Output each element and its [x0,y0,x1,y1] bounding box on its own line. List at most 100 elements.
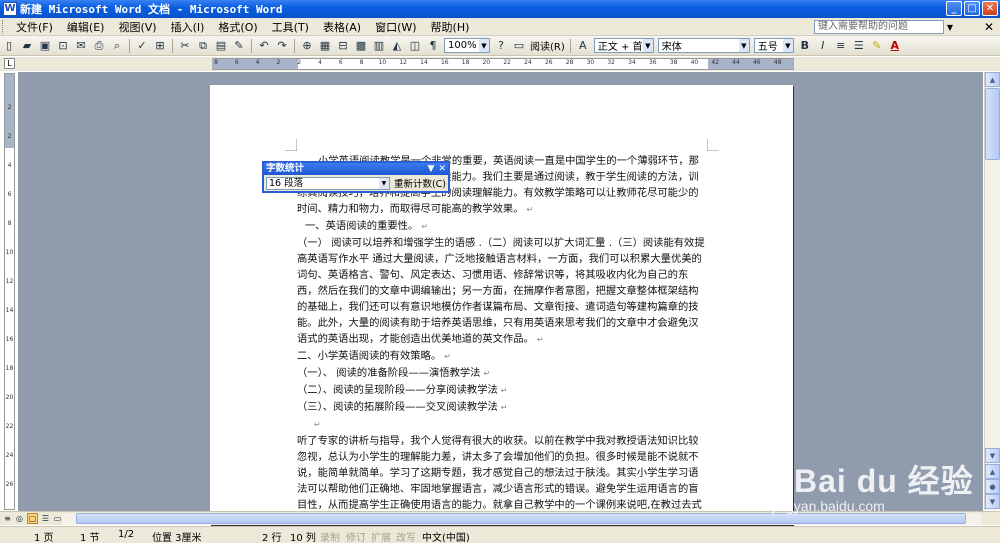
word-count-select[interactable]: 16 段落 ▼ [266,176,390,190]
menu-tools[interactable]: 工具(T) [265,19,316,35]
toolbar-separator [294,38,295,53]
menu-help[interactable]: 帮助(H) [424,19,477,35]
help-search-input[interactable]: 键入需要帮助的问题 [814,20,944,34]
outline-view-icon[interactable]: ☰ [40,513,51,524]
font-select[interactable]: 宋体 ▼ [657,38,750,53]
paragraph[interactable]: 一、英语阅读的重要性。 ↵ [297,218,707,235]
format-painter-icon[interactable]: ✎ [231,38,247,54]
hyperlink-icon[interactable]: ⊕ [299,38,315,54]
document-page[interactable]: 小学英语阅读教学是一个非常的重要，英语阅读一直是中国学生的一个薄弱环节，那么如何… [210,85,793,525]
permission-icon[interactable]: ⊡ [55,38,71,54]
paragraph[interactable]: ↵ [297,416,707,433]
email-icon[interactable]: ✉ [73,38,89,54]
scroll-up-icon[interactable]: ▲ [985,72,1000,87]
menu-insert[interactable]: 插入(I) [164,19,212,35]
status-rec[interactable]: 录制 [320,529,340,543]
styles-icon[interactable]: A [575,38,591,54]
paragraph-mark: ↵ [500,403,508,412]
highlight-icon[interactable]: ✎ [869,38,885,54]
vertical-scrollbar[interactable]: ▲ ▼ ▲ ● ▼ [984,72,1000,510]
toolbar-separator [129,38,130,53]
font-size-select[interactable]: 五号 ▼ [753,38,794,53]
zoom-select[interactable]: 100% ▼ [444,38,490,53]
insert-table-icon[interactable]: ⊟ [335,38,351,54]
menu-window[interactable]: 窗口(W) [368,19,423,35]
word-app-icon[interactable]: W [3,2,17,16]
document-map-icon[interactable]: ◫ [407,38,423,54]
status-ovr[interactable]: 改写 [396,529,416,543]
menu-table[interactable]: 表格(A) [316,19,368,35]
paragraph[interactable]: （二）、阅读的呈现阶段——分享阅读教学法 ↵ [297,382,707,399]
scroll-thumb[interactable] [985,88,1000,160]
ruler-number: 2 [297,59,302,66]
chevron-down-icon: ▼ [782,39,793,52]
tab-selector[interactable]: L [4,58,15,69]
line-spacing-icon[interactable]: ☰ [851,38,867,54]
save-icon[interactable]: ▣ [37,38,53,54]
paragraph[interactable]: （三）、阅读的拓展阶段——交叉阅读教学法 ↵ [297,399,707,416]
next-page-icon[interactable]: ▼ [985,494,1000,509]
new-document-icon[interactable]: ▯ [1,38,17,54]
minimize-button[interactable]: _ [946,1,962,16]
paragraph[interactable]: （一） 阅读可以培养和增强学生的语感 .（二）阅读可以扩大词汇量 .（三）阅读能… [297,235,707,348]
print-icon[interactable]: ⎙ [91,38,107,54]
close-button[interactable]: ✕ [982,1,998,16]
italic-button[interactable]: I [815,38,831,54]
horizontal-scroll-thumb[interactable] [76,513,966,524]
browse-object-icon[interactable]: ● [985,479,1000,494]
document-close-button[interactable]: ✕ [984,20,994,34]
menu-grip[interactable] [2,19,5,34]
close-icon[interactable]: ✕ [438,163,446,175]
help-dropdown-icon[interactable]: ▼ [944,20,956,34]
ruler-number: 14 [420,59,428,66]
status-page: 1 页 [34,533,54,543]
undo-icon[interactable]: ↶ [256,38,272,54]
spelling-icon[interactable]: ✓ [134,38,150,54]
cut-icon[interactable]: ✂ [177,38,193,54]
word-count-toolbar[interactable]: 字数统计 ▼ ✕ 16 段落 ▼ 重新计数(C) [262,161,450,193]
horizontal-ruler[interactable]: 8 6 4 2 2 4 6 8 10 12 14 16 18 20 22 24 26 28 30 32 34 36 38 40… [212,58,794,70]
print-preview-icon[interactable]: ⌕ [109,38,125,54]
vertical-ruler[interactable]: 2 2 4 6 8 10 12 14 16 18 20 22 24 26 [4,73,15,510]
status-position: 位置 3厘米 [152,533,202,543]
word-count-titlebar[interactable]: 字数统计 ▼ ✕ [264,163,448,175]
ruler-number: 8 [7,220,12,227]
research-icon[interactable]: ⊞ [152,38,168,54]
paragraph[interactable]: （一）、 阅读的准备阶段——演悟教学法 ↵ [297,365,707,382]
read-mode-button[interactable]: 阅读(R) [530,38,565,53]
style-select[interactable]: 正文 + 首行 ▼ [593,38,654,53]
maximize-button[interactable]: □ [964,1,980,16]
font-color-button[interactable]: A [887,38,903,54]
print-layout-icon[interactable]: ▢ [27,513,38,524]
menu-format[interactable]: 格式(O) [211,19,264,35]
scroll-down-icon[interactable]: ▼ [985,448,1000,463]
redo-icon[interactable]: ↷ [274,38,290,54]
recount-button[interactable]: 重新计数(C) [394,176,446,190]
menu-view[interactable]: 视图(V) [111,19,163,35]
horizontal-scrollbar[interactable] [62,513,982,525]
document-body[interactable]: 小学英语阅读教学是一个非常的重要，英语阅读一直是中国学生的一个薄弱环节，那么如何… [297,153,707,525]
read-mode-icon[interactable]: ▭ [511,38,527,54]
status-trk[interactable]: 修订 [346,529,366,543]
insert-excel-icon[interactable]: ▩ [353,38,369,54]
select-browse-object-icon[interactable]: ▲ [985,464,1000,479]
status-ext[interactable]: 扩展 [371,529,391,543]
toolbar-options-icon[interactable]: ▼ [428,163,435,175]
web-view-icon[interactable]: ◎ [14,513,25,524]
help-icon[interactable]: ? [493,38,509,54]
copy-icon[interactable]: ⧉ [195,38,211,54]
show-hide-icon[interactable]: ¶ [425,38,441,54]
paragraph-text: 一、英语阅读的重要性。 [305,220,419,232]
menu-file[interactable]: 文件(F) [9,19,60,35]
normal-view-icon[interactable]: ≡ [2,513,13,524]
align-justify-icon[interactable]: ≡ [833,38,849,54]
bold-button[interactable]: B [797,38,813,54]
paragraph[interactable]: 二、小学英语阅读的有效策略。 ↵ [297,348,707,365]
columns-icon[interactable]: ▥ [371,38,387,54]
drawing-icon[interactable]: ◭ [389,38,405,54]
tables-borders-icon[interactable]: ▦ [317,38,333,54]
menu-edit[interactable]: 编辑(E) [60,19,112,35]
paragraph-mark: ↵ [483,369,491,378]
paste-icon[interactable]: ▤ [213,38,229,54]
open-folder-icon[interactable]: ▰ [19,38,35,54]
